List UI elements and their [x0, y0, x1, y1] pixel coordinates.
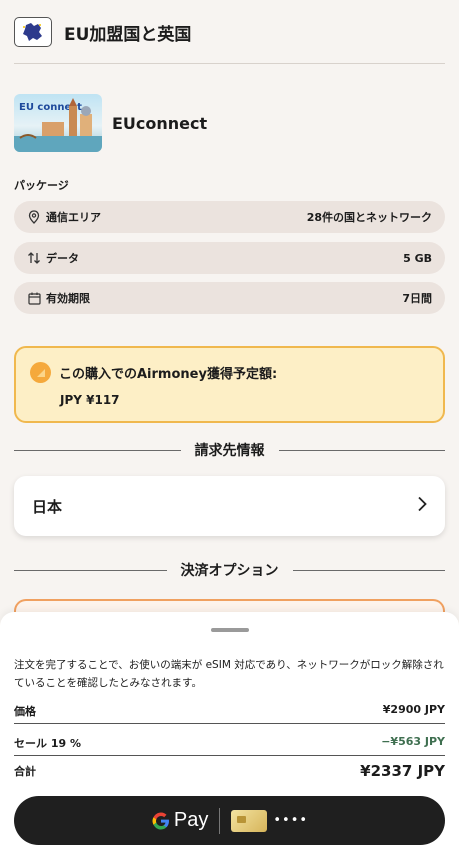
airmoney-coin-icon [30, 362, 51, 383]
product-thumbnail: EU connect [14, 94, 102, 152]
payment-options-heading: 決済オプション [14, 562, 445, 579]
coverage-row[interactable]: 通信エリア 28件の国とネットワーク [14, 201, 445, 233]
header: EU加盟国と英国 [14, 17, 191, 47]
billing-heading: 請求先情報 [14, 442, 445, 459]
billing-country-label: 日本 [32, 497, 63, 516]
discount-label: セール 19 % [14, 737, 81, 750]
card-mask: •••• [273, 813, 309, 828]
card-icon [231, 809, 268, 832]
google-pay-logo: Pay [151, 809, 208, 832]
total-value: ¥2337 JPY [360, 762, 445, 780]
location-pin-icon [27, 210, 41, 224]
google-g-icon [152, 812, 169, 829]
validity-value: 7日間 [402, 292, 432, 305]
product-card: EU connect EUconnect [14, 94, 207, 152]
gpay-pay-text: Pay [173, 809, 209, 831]
google-pay-button[interactable]: Pay •••• [14, 796, 445, 845]
data-arrows-icon [27, 251, 41, 265]
billing-country-selector[interactable]: 日本 [14, 476, 445, 536]
page-title: EU加盟国と英国 [64, 24, 192, 45]
airmoney-reward-box: この購入でのAirmoney獲得予定額: JPY ¥117 [14, 346, 445, 423]
price-value: ¥2900 JPY [382, 703, 445, 716]
price-row: 価格 ¥2900 JPY [14, 703, 445, 719]
price-label: 価格 [14, 705, 36, 718]
header-divider [14, 63, 445, 64]
eu-map-icon [14, 17, 52, 47]
data-row: データ 5 GB [14, 242, 445, 274]
gpay-separator [219, 807, 221, 834]
data-label: データ [46, 252, 79, 265]
price-divider [14, 723, 445, 724]
coverage-value: 28件の国とネットワーク [306, 211, 432, 224]
package-section-label: パッケージ [14, 179, 69, 192]
sheet-drag-handle[interactable] [211, 628, 249, 632]
discount-value: −¥563 JPY [381, 735, 445, 748]
validity-label: 有効期限 [46, 292, 90, 305]
calendar-icon [27, 291, 41, 305]
chevron-right-icon [417, 496, 427, 516]
payment-options-heading-text: 決済オプション [180, 563, 279, 579]
total-row: 合計 ¥2337 JPY [14, 762, 445, 780]
product-name: EUconnect [112, 113, 208, 133]
validity-row: 有効期限 7日間 [14, 282, 445, 314]
discount-row: セール 19 % −¥563 JPY [14, 735, 445, 751]
data-value: 5 GB [403, 251, 432, 265]
discount-divider [14, 755, 445, 756]
billing-heading-text: 請求先情報 [194, 443, 265, 459]
total-label: 合計 [14, 765, 36, 778]
reward-amount: JPY ¥117 [60, 393, 120, 407]
reward-label: この購入でのAirmoney獲得予定額: [59, 367, 278, 382]
esim-notice: 注文を完了することで、お使いの端末が eSIM 対応であり、ネットワークがロック… [14, 659, 444, 689]
coverage-label: 通信エリア [46, 211, 101, 224]
